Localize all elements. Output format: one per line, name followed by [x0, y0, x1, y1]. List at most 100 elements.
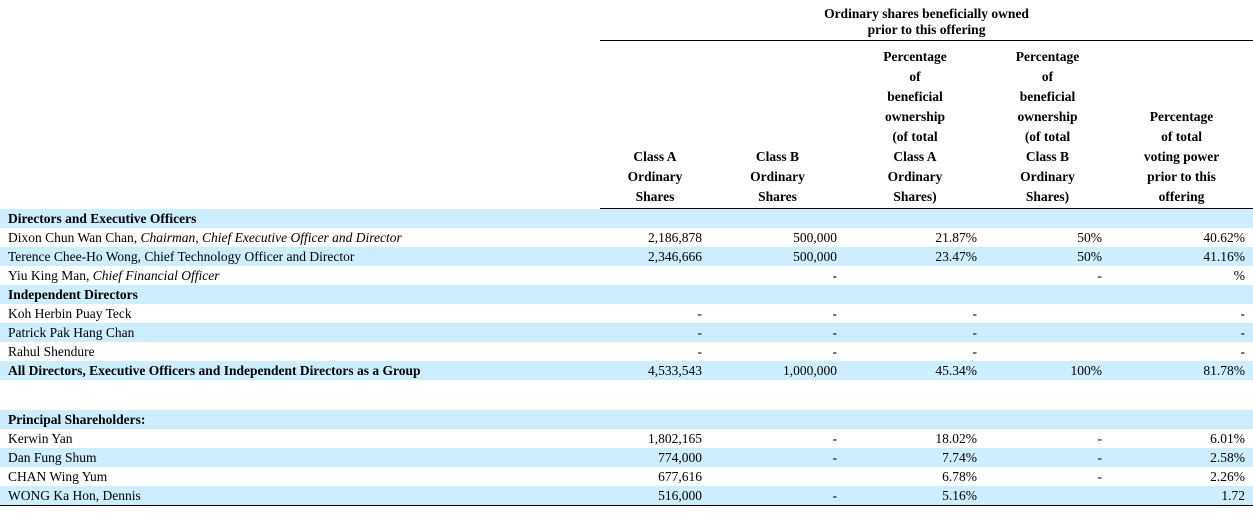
section-row: Independent Directors [0, 285, 1253, 304]
row-label-text: Dixon Chun Wan Chan, [8, 230, 137, 245]
value-cell: - [600, 342, 710, 361]
column-header-class-b: Class B Ordinary Shares [710, 41, 845, 209]
value-cell: 6.78% [845, 467, 985, 486]
row-label-text: Dan Fung Shum [8, 450, 97, 465]
value-cell: 1,802,165 [600, 429, 710, 448]
value-cell [710, 467, 845, 486]
value-cell: % [1110, 266, 1253, 285]
table-row: Dan Fung Shum 774,000 - 7.74% - 2.58% [0, 448, 1253, 467]
section-row: Principal Shareholders: [0, 410, 1253, 429]
spacer-cell [0, 380, 1253, 410]
column-header-pct-class-a: Percentage of beneficial ownership (of t… [845, 41, 985, 209]
value-cell: - [710, 323, 845, 342]
value-cell: 45.34% [845, 361, 985, 380]
row-label-text: All Directors, Executive Officers and In… [8, 363, 420, 378]
value-cell: - [845, 304, 985, 323]
column-header-name [0, 41, 600, 209]
value-cell: - [710, 342, 845, 361]
column-header-voting-power: Percentage of total voting power prior t… [1110, 41, 1253, 209]
value-cell [710, 209, 845, 229]
value-cell: 2.58% [1110, 448, 1253, 467]
span-header-spacer [0, 0, 600, 41]
value-cell: - [710, 486, 845, 506]
row-label: CHAN Wing Yum [0, 467, 600, 486]
value-cell [710, 285, 845, 304]
column-header-class-a: Class A Ordinary Shares [600, 41, 710, 209]
value-cell [985, 304, 1110, 323]
row-label: Patrick Pak Hang Chan [0, 323, 600, 342]
row-label-title: Chairman, Chief Executive Officer and Di… [137, 230, 402, 245]
value-cell: - [1110, 323, 1253, 342]
span-header: Ordinary shares beneficially owned prior… [600, 0, 1253, 41]
row-label: Terence Chee-Ho Wong, Chief Technology O… [0, 247, 600, 266]
value-cell: - [985, 429, 1110, 448]
value-cell: 1,000,000 [710, 361, 845, 380]
value-cell: 6.01% [1110, 429, 1253, 448]
row-label: WONG Ka Hon, Dennis [0, 486, 600, 506]
table-row: WONG Ka Hon, Dennis 516,000 - 5.16% 1.72 [0, 486, 1253, 506]
value-cell: - [845, 323, 985, 342]
value-cell: 500,000 [710, 247, 845, 266]
value-cell: 23.47% [845, 247, 985, 266]
value-cell [985, 323, 1110, 342]
value-cell: 500,000 [710, 228, 845, 247]
value-cell: - [710, 266, 845, 285]
value-cell: 1.72 [1110, 486, 1253, 506]
value-cell [1110, 410, 1253, 429]
value-cell [845, 285, 985, 304]
value-cell: - [600, 304, 710, 323]
value-cell [845, 410, 985, 429]
value-cell: 677,616 [600, 467, 710, 486]
value-cell: 2.26% [1110, 467, 1253, 486]
value-cell [985, 285, 1110, 304]
value-cell [600, 285, 710, 304]
value-cell: - [710, 429, 845, 448]
value-cell: - [845, 342, 985, 361]
section-row: Directors and Executive Officers [0, 209, 1253, 229]
row-label-text: Independent Directors [8, 287, 138, 302]
row-label: Dan Fung Shum [0, 448, 600, 467]
table-row: Terence Chee-Ho Wong, Chief Technology O… [0, 247, 1253, 266]
value-cell: 2,186,878 [600, 228, 710, 247]
row-label: All Directors, Executive Officers and In… [0, 361, 600, 380]
value-cell: 5.16% [845, 486, 985, 506]
table-row: Rahul Shendure - - - - [0, 342, 1253, 361]
value-cell [845, 209, 985, 229]
row-label: Principal Shareholders: [0, 410, 600, 429]
value-cell [985, 342, 1110, 361]
row-label-text: Rahul Shendure [8, 344, 95, 359]
value-cell: 50% [985, 228, 1110, 247]
table-row: Kerwin Yan 1,802,165 - 18.02% - 6.01% [0, 429, 1253, 448]
group-total-row: All Directors, Executive Officers and In… [0, 361, 1253, 380]
row-label-text: WONG Ka Hon, Dennis [8, 488, 141, 503]
row-label-text: CHAN Wing Yum [8, 469, 107, 484]
row-label: Directors and Executive Officers [0, 209, 600, 229]
row-label-text: Principal Shareholders: [8, 412, 145, 427]
row-label: Independent Directors [0, 285, 600, 304]
value-cell: - [1110, 304, 1253, 323]
value-cell: - [985, 266, 1110, 285]
value-cell [1110, 209, 1253, 229]
value-cell [985, 209, 1110, 229]
span-header-row: Ordinary shares beneficially owned prior… [0, 0, 1253, 41]
row-label-title: Chief Financial Officer [89, 268, 219, 283]
value-cell [710, 410, 845, 429]
value-cell [985, 410, 1110, 429]
value-cell: 18.02% [845, 429, 985, 448]
value-cell [845, 266, 985, 285]
value-cell: 41.16% [1110, 247, 1253, 266]
value-cell: 21.87% [845, 228, 985, 247]
value-cell [1110, 285, 1253, 304]
row-label-text: Koh Herbin Puay Teck [8, 306, 132, 321]
value-cell: - [710, 448, 845, 467]
row-label: Kerwin Yan [0, 429, 600, 448]
row-label: Rahul Shendure [0, 342, 600, 361]
table-row: Patrick Pak Hang Chan - - - - [0, 323, 1253, 342]
value-cell: 81.78% [1110, 361, 1253, 380]
value-cell: 516,000 [600, 486, 710, 506]
row-label-text: Patrick Pak Hang Chan [8, 325, 134, 340]
value-cell: 2,346,666 [600, 247, 710, 266]
table-row: Koh Herbin Puay Teck - - - - [0, 304, 1253, 323]
table-row: Yiu King Man, Chief Financial Officer - … [0, 266, 1253, 285]
column-header-pct-class-b: Percentage of beneficial ownership (of t… [985, 41, 1110, 209]
